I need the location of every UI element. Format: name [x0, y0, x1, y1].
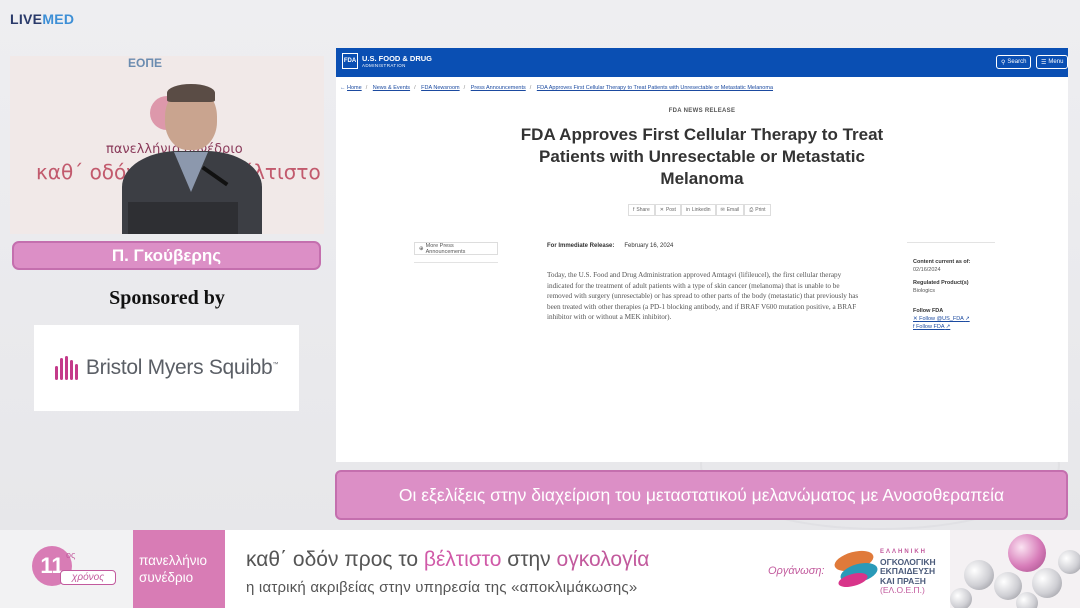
- search-icon: ⚲: [1001, 59, 1006, 66]
- breadcrumb-current[interactable]: FDA Approves First Cellular Therapy to T…: [537, 85, 773, 91]
- eloep-logo-icon: [832, 546, 880, 592]
- external-link-icon: ↗: [945, 324, 951, 330]
- content-current-label: Content current as of:: [913, 259, 971, 265]
- banner-slogan: καθ΄ οδόν προς το βέλτιστο στην ογκολογί…: [246, 548, 650, 571]
- banner-subtitle: η ιατρική ακριβείας στην υπηρεσία της «α…: [246, 579, 638, 596]
- breadcrumb-newsroom[interactable]: FDA Newsroom: [421, 85, 460, 91]
- livemed-logo: LIVEMED: [10, 11, 75, 27]
- sidebar-info: Content current as of: 02/16/2024 Regula…: [913, 252, 997, 330]
- print-button[interactable]: ⎙ Print: [744, 204, 771, 216]
- regulated-value: Biologics: [913, 288, 936, 294]
- news-kicker: FDA NEWS RELEASE: [668, 108, 736, 114]
- share-bar: f Share ✕ Post in Linkedin ✉ Email ⎙ Print: [628, 204, 771, 216]
- content-current-value: 02/16/2024: [913, 267, 941, 273]
- linkedin-button[interactable]: in Linkedin: [680, 204, 716, 216]
- external-link-icon: ↗: [965, 316, 970, 322]
- edition-suffix: ος: [66, 550, 76, 560]
- divider: [414, 262, 498, 263]
- banner-spheres-decoration: [950, 530, 1080, 608]
- fda-brand-line1: U.S. FOOD & DRUG: [362, 54, 433, 63]
- breadcrumb: ← Home / News & Events / FDA Newsroom / Pre…: [340, 85, 774, 91]
- fda-brand-line2: ADMINISTRATION: [362, 63, 406, 68]
- hamburger-icon: ☰: [1041, 59, 1047, 66]
- release-label: For Immediate Release:: [547, 243, 615, 249]
- podium: [128, 202, 238, 234]
- bms-hand-icon: [54, 356, 78, 380]
- congress-label: πανελλήνιο συνέδριο: [133, 530, 225, 608]
- sponsor-name: Bristol Myers Squibb™: [85, 356, 279, 379]
- congress-banner: 11 ος χρόνος πανελλήνιο συνέδριο καθ΄ οδό…: [0, 530, 1080, 608]
- breadcrumb-press[interactable]: Press Announcements: [471, 85, 526, 91]
- speaker-hair: [167, 84, 215, 102]
- email-button[interactable]: ✉ Email: [715, 204, 745, 216]
- speaker-name: Π. Γκούβερης: [12, 241, 321, 270]
- page-title: FDA Approves First Cellular Therapy to T…: [520, 125, 884, 188]
- x-icon: ✕: [659, 207, 664, 213]
- organizer-label: Οργάνωση:: [768, 565, 825, 577]
- fda-logo[interactable]: FDA U.S. FOOD & DRUG ADMINISTRATION: [342, 53, 432, 69]
- lecture-title: Οι εξελίξεις στην διαχείριση του μεταστα…: [335, 470, 1068, 520]
- post-button[interactable]: ✕ Post: [654, 204, 681, 216]
- fda-header: FDA U.S. FOOD & DRUG ADMINISTRATION ⚲ Sea…: [336, 48, 1068, 77]
- article-body: Today, the U.S. Food and Drug Administra…: [547, 271, 859, 321]
- plus-circle-icon: ⊕: [419, 245, 424, 252]
- regulated-label: Regulated Product(s): [913, 280, 969, 286]
- follow-facebook-link[interactable]: f Follow FDA ↗: [913, 324, 997, 330]
- facebook-icon: f: [633, 207, 635, 213]
- more-press-button[interactable]: ⊕ More Press Announcements: [414, 242, 498, 255]
- release-date: February 16, 2024: [624, 243, 674, 249]
- follow-x-link[interactable]: ✕ Follow @US_FDA ↗: [913, 316, 997, 322]
- edition-word: χρόνος: [60, 570, 116, 585]
- share-button[interactable]: f Share: [628, 204, 655, 216]
- search-button[interactable]: ⚲ Search: [996, 55, 1032, 69]
- eloep-logo-text: ΕΛΛΗΝΙΚΗ ΟΓΚΟΛΟΓΙΚΗ ΕΚΠΑΙΔΕΥΣΗ ΚΑΙ ΠΡΑΞΗ…: [880, 549, 936, 595]
- backdrop-org-logo: ΕΟΠΕ: [128, 56, 163, 70]
- linkedin-icon: in: [685, 207, 690, 213]
- follow-label: Follow FDA: [913, 308, 944, 314]
- menu-button[interactable]: ☰ Menu: [1036, 55, 1068, 69]
- browser-slide[interactable]: FDA U.S. FOOD & DRUG ADMINISTRATION ⚲ Sea…: [336, 48, 1068, 462]
- home-icon: ←: [340, 85, 346, 91]
- sponsor-logo[interactable]: Bristol Myers Squibb™: [34, 325, 299, 411]
- divider: [907, 242, 995, 243]
- breadcrumb-news-events[interactable]: News & Events: [373, 85, 410, 91]
- speaker-video[interactable]: ΕΟΠΕ πανελλήνιο συνέδριο καθ΄ οδόν προς …: [10, 56, 324, 234]
- breadcrumb-home[interactable]: Home: [347, 85, 362, 91]
- release-line: For Immediate Release: February 16, 2024: [547, 243, 673, 249]
- fda-logo-icon: FDA: [342, 53, 358, 69]
- sponsored-heading: Sponsored by: [109, 287, 225, 309]
- print-icon: ⎙: [749, 207, 754, 213]
- email-icon: ✉: [720, 207, 725, 213]
